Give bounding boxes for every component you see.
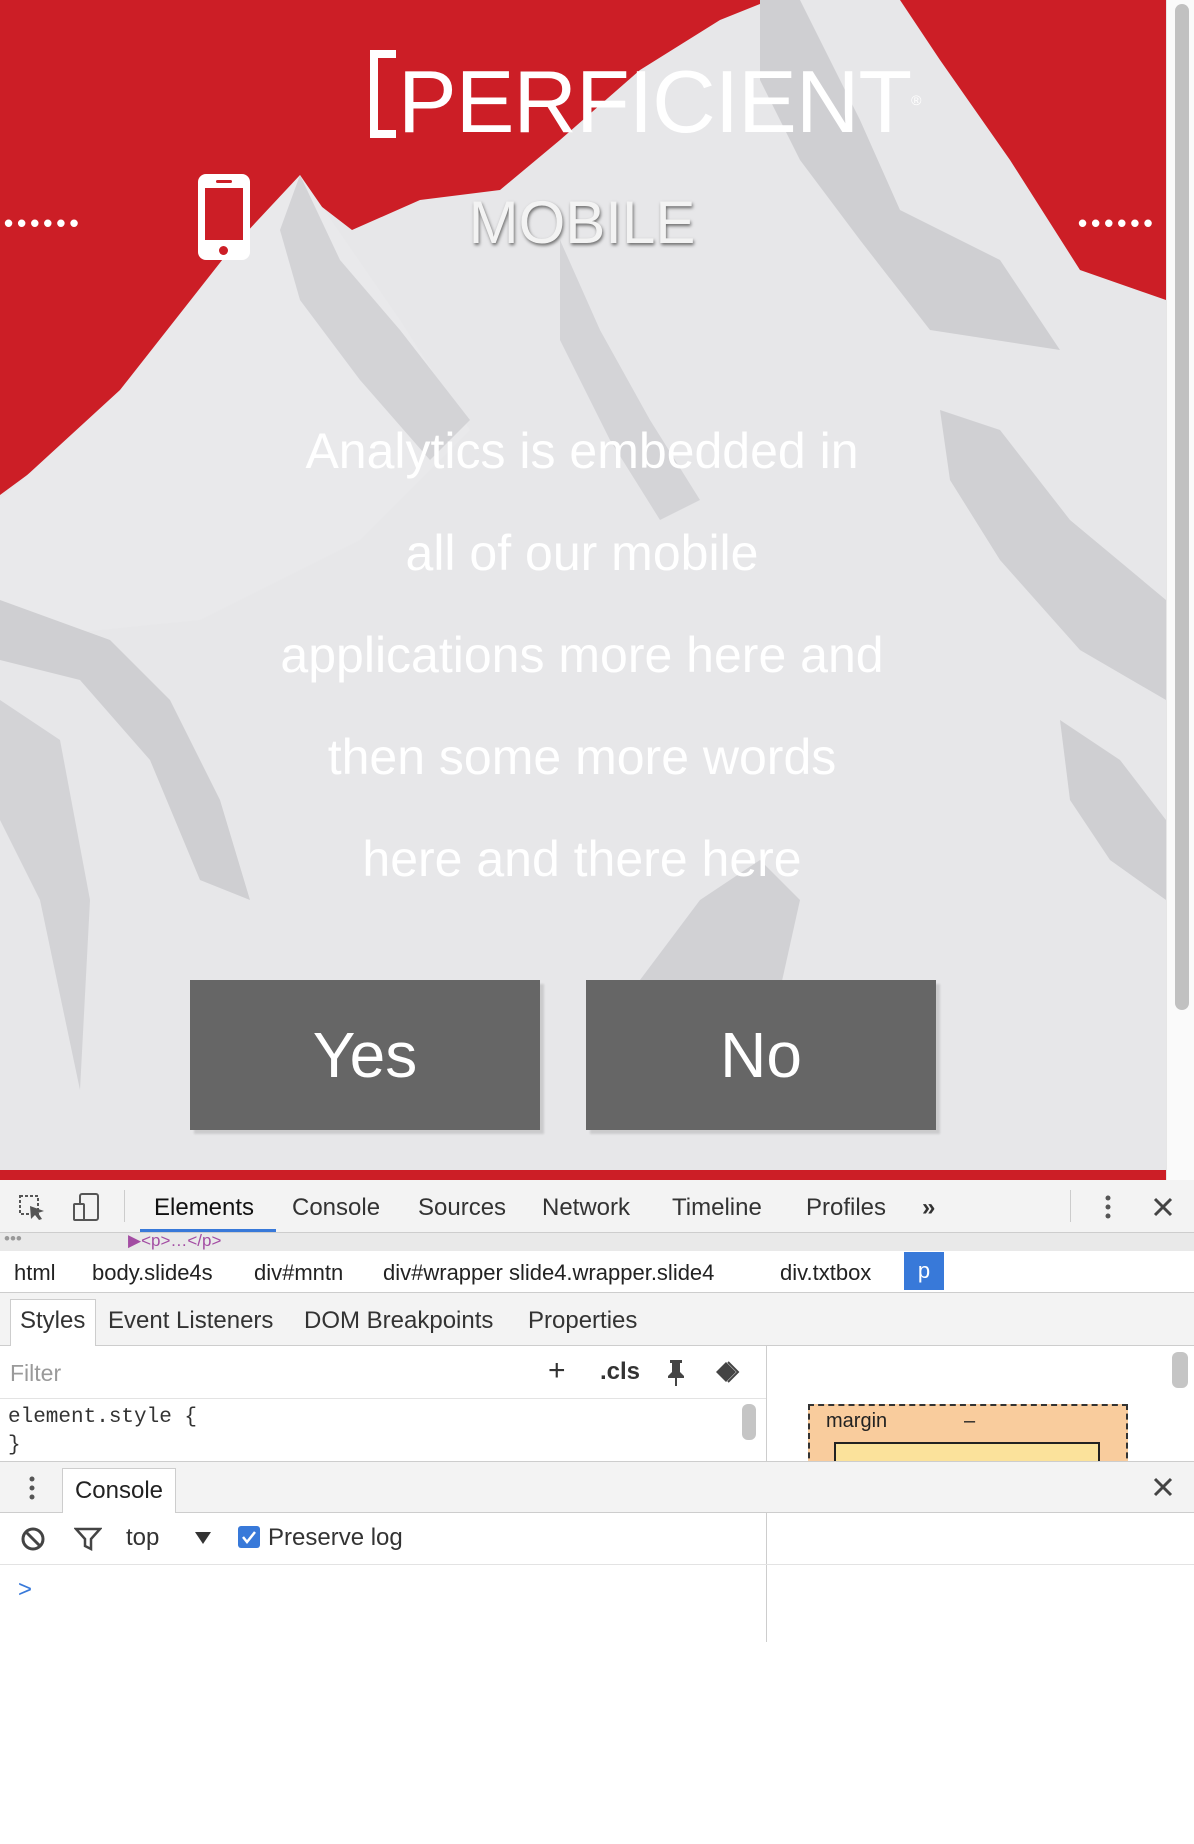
body-line: here and there here [362,831,802,887]
dom-node-p[interactable]: ▶<p>…</p> [128,1231,221,1251]
phone-speaker [216,180,232,183]
tab-profiles[interactable]: Profiles [806,1194,886,1222]
drawer-header: Console [0,1461,1194,1513]
toggle-element-state-icon[interactable] [714,1358,748,1386]
console-toolbar: top Preserve log [0,1512,1194,1565]
inspect-element-icon[interactable] [18,1194,46,1222]
breadcrumb: html body.slide4s div#mntn div#wrapper s… [0,1252,1194,1293]
tab-console[interactable]: Console [292,1194,380,1222]
close-devtools-icon[interactable] [1152,1196,1174,1218]
page-viewport: •••••• •••••• PERFICIENT® MOBILE Analyti… [0,0,1194,1180]
tab-dom-breakpoints[interactable]: DOM Breakpoints [304,1307,493,1335]
styles-filter-input[interactable]: Filter [10,1360,61,1387]
styles-filter-row: Filter + .cls [0,1346,766,1399]
breadcrumb-item-selected[interactable]: p [904,1252,944,1290]
add-rule-icon[interactable]: + [548,1354,566,1388]
perficient-logo[interactable]: PERFICIENT® [370,50,922,152]
context-selector[interactable]: top [126,1524,159,1552]
pin-icon[interactable] [664,1358,688,1388]
preserve-log-checkbox[interactable] [238,1526,260,1548]
filter-icon[interactable] [74,1526,102,1552]
section-title: MOBILE [468,189,696,256]
logo-p-mark [370,50,396,138]
box-model-margin: margin – [808,1404,1128,1476]
checkmark-icon [242,1531,256,1545]
breadcrumb-item[interactable]: div#mntn [254,1260,343,1286]
body-text: Analytics is embedded in all of our mobi… [200,400,964,910]
devtools-panel: Elements Console Sources Network Timelin… [0,1180,1194,1844]
chevron-down-icon[interactable] [194,1530,212,1546]
logo-trademark: ® [911,92,921,108]
tab-sources[interactable]: Sources [418,1194,506,1222]
toolbar-divider [124,1190,125,1222]
tab-timeline[interactable]: Timeline [672,1194,762,1222]
tab-network[interactable]: Network [542,1194,630,1222]
tab-elements[interactable]: Elements [154,1194,254,1222]
breadcrumb-item[interactable]: html [14,1260,56,1286]
body-line: applications more here and [280,627,884,683]
console-prompt[interactable]: > [18,1576,32,1604]
page-scrollbar-thumb[interactable] [1175,4,1189,1010]
body-line: Analytics is embedded in [305,423,859,479]
tab-properties[interactable]: Properties [528,1307,637,1335]
devtools-toolbar: Elements Console Sources Network Timelin… [0,1180,1194,1233]
drawer-menu-icon[interactable] [24,1474,40,1502]
clear-console-icon[interactable] [20,1526,46,1552]
logo-p-letter: P [398,52,457,151]
drawer-tab-console[interactable]: Console [62,1468,176,1513]
styles-scrollbar-thumb[interactable] [742,1404,756,1440]
breadcrumb-item[interactable]: div.txtbox [780,1260,871,1286]
toolbar-divider [1070,1190,1071,1222]
breadcrumb-item[interactable]: div#wrapper slide4.wrapper.slide4 [383,1260,714,1286]
page-scrollbar[interactable] [1166,0,1194,1180]
breadcrumb-item[interactable]: body.slide4s [92,1260,213,1286]
element-style-rule[interactable]: element.style { } [8,1404,197,1460]
logo-text: ERFICIENT [455,52,912,151]
close-drawer-icon[interactable] [1152,1476,1174,1498]
tab-styles[interactable]: Styles [20,1307,85,1335]
preserve-log-label[interactable]: Preserve log [268,1524,403,1552]
device-mode-icon[interactable] [72,1192,102,1222]
kebab-menu-icon[interactable] [1098,1192,1118,1222]
body-line: then some more words [327,729,837,785]
more-tabs-icon[interactable]: » [922,1194,935,1222]
dom-ellipsis: ••• [4,1229,22,1248]
sidebar-tabs: Styles Event Listeners DOM Breakpoints P… [0,1293,1194,1346]
cls-button[interactable]: .cls [600,1358,640,1386]
body-line: all of our mobile [405,525,759,581]
tab-event-listeners[interactable]: Event Listeners [108,1307,273,1335]
no-button[interactable]: No [586,980,936,1130]
margin-label: margin [826,1410,888,1432]
box-model-scrollbar-thumb[interactable] [1172,1352,1188,1388]
margin-value[interactable]: – [964,1410,975,1433]
yes-button[interactable]: Yes [190,980,540,1130]
dom-tree-strip: ••• ▶<p>…</p> [0,1229,1194,1251]
